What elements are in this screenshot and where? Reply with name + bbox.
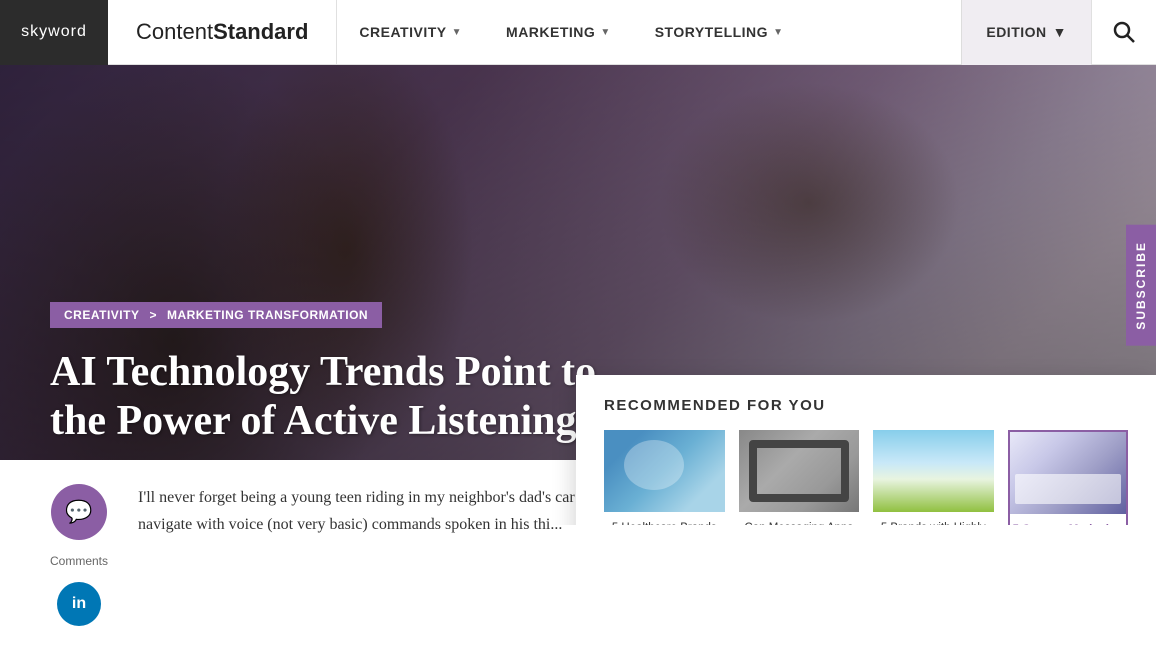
breadcrumb-arrow: >	[149, 308, 157, 322]
recommended-card-1[interactable]: 5 Healthcare Brands that Breathe New Lif…	[604, 430, 725, 525]
comments-label: Comments	[50, 554, 108, 568]
site-title-standard: Standard	[213, 19, 308, 45]
nav-item-marketing[interactable]: MARKETING ▼	[484, 0, 633, 65]
rec-card-text-4: 5 Content Marketing Trends to Plan Your …	[1010, 522, 1127, 525]
nav-label-marketing: MARKETING	[506, 24, 595, 40]
nav-item-storytelling[interactable]: STORYTELLING ▼	[633, 0, 806, 65]
recommended-panel: RECOMMENDED FOR YOU 5 Healthcare Brands …	[576, 375, 1156, 525]
recommended-card-3[interactable]: 5 Brands with Highly Successful Facebook…	[873, 430, 994, 525]
edition-label: EDITION	[986, 24, 1046, 40]
recommended-grid: 5 Healthcare Brands that Breathe New Lif…	[604, 430, 1128, 525]
comment-icon: 💬	[65, 499, 92, 525]
recommended-card-4[interactable]: 5 Content Marketing Trends to Plan Your …	[1008, 430, 1129, 525]
rec-card-text-2: Can Messaging Apps Make QR Codes Useful …	[739, 520, 860, 525]
rec-card-image-4	[1010, 432, 1127, 514]
search-icon	[1112, 20, 1136, 44]
skyword-logo-text: skyword	[21, 23, 87, 41]
site-title[interactable]: ContentStandard	[108, 0, 337, 65]
social-sidebar: 💬 Comments in	[50, 480, 108, 626]
rec-card-text-3: 5 Brands with Highly Successful Facebook…	[873, 520, 994, 525]
chevron-down-icon: ▼	[452, 27, 462, 38]
rec-card-image-2	[739, 430, 860, 512]
nav-item-creativity[interactable]: CREATIVITY ▼	[337, 0, 484, 65]
linkedin-button[interactable]: in	[57, 582, 101, 626]
skyword-logo[interactable]: skyword	[0, 0, 108, 65]
site-header: skyword ContentStandard CREATIVITY ▼ MAR…	[0, 0, 1156, 65]
recommended-card-2[interactable]: Can Messaging Apps Make QR Codes Useful …	[739, 430, 860, 525]
linkedin-icon: in	[72, 595, 86, 613]
rec-card-text-1: 5 Healthcare Brands that Breathe New Lif…	[604, 520, 725, 525]
rec-card-image-3	[873, 430, 994, 512]
rec-card-image-1	[604, 430, 725, 512]
breadcrumb-category[interactable]: CREATIVITY	[64, 308, 139, 322]
search-button[interactable]	[1091, 0, 1156, 65]
hero-section: CREATIVITY > MARKETING TRANSFORMATION AI…	[0, 65, 1156, 525]
subscribe-button[interactable]: SUBSCRIBE	[1126, 225, 1156, 346]
article-title: AI Technology Trends Point to the Power …	[50, 348, 616, 445]
recommended-title: RECOMMENDED FOR YOU	[604, 397, 1128, 414]
nav-label-storytelling: STORYTELLING	[655, 24, 768, 40]
breadcrumb: CREATIVITY > MARKETING TRANSFORMATION	[50, 302, 382, 328]
breadcrumb-section[interactable]: MARKETING TRANSFORMATION	[167, 308, 368, 322]
chevron-down-icon: ▼	[1053, 24, 1067, 40]
chevron-down-icon: ▼	[600, 27, 610, 38]
nav-label-creativity: CREATIVITY	[359, 24, 446, 40]
comments-button[interactable]: 💬	[51, 484, 107, 540]
main-nav: CREATIVITY ▼ MARKETING ▼ STORYTELLING ▼	[337, 0, 961, 65]
chevron-down-icon: ▼	[773, 27, 783, 38]
site-title-content: Content	[136, 19, 213, 45]
edition-button[interactable]: EDITION ▼	[961, 0, 1091, 65]
